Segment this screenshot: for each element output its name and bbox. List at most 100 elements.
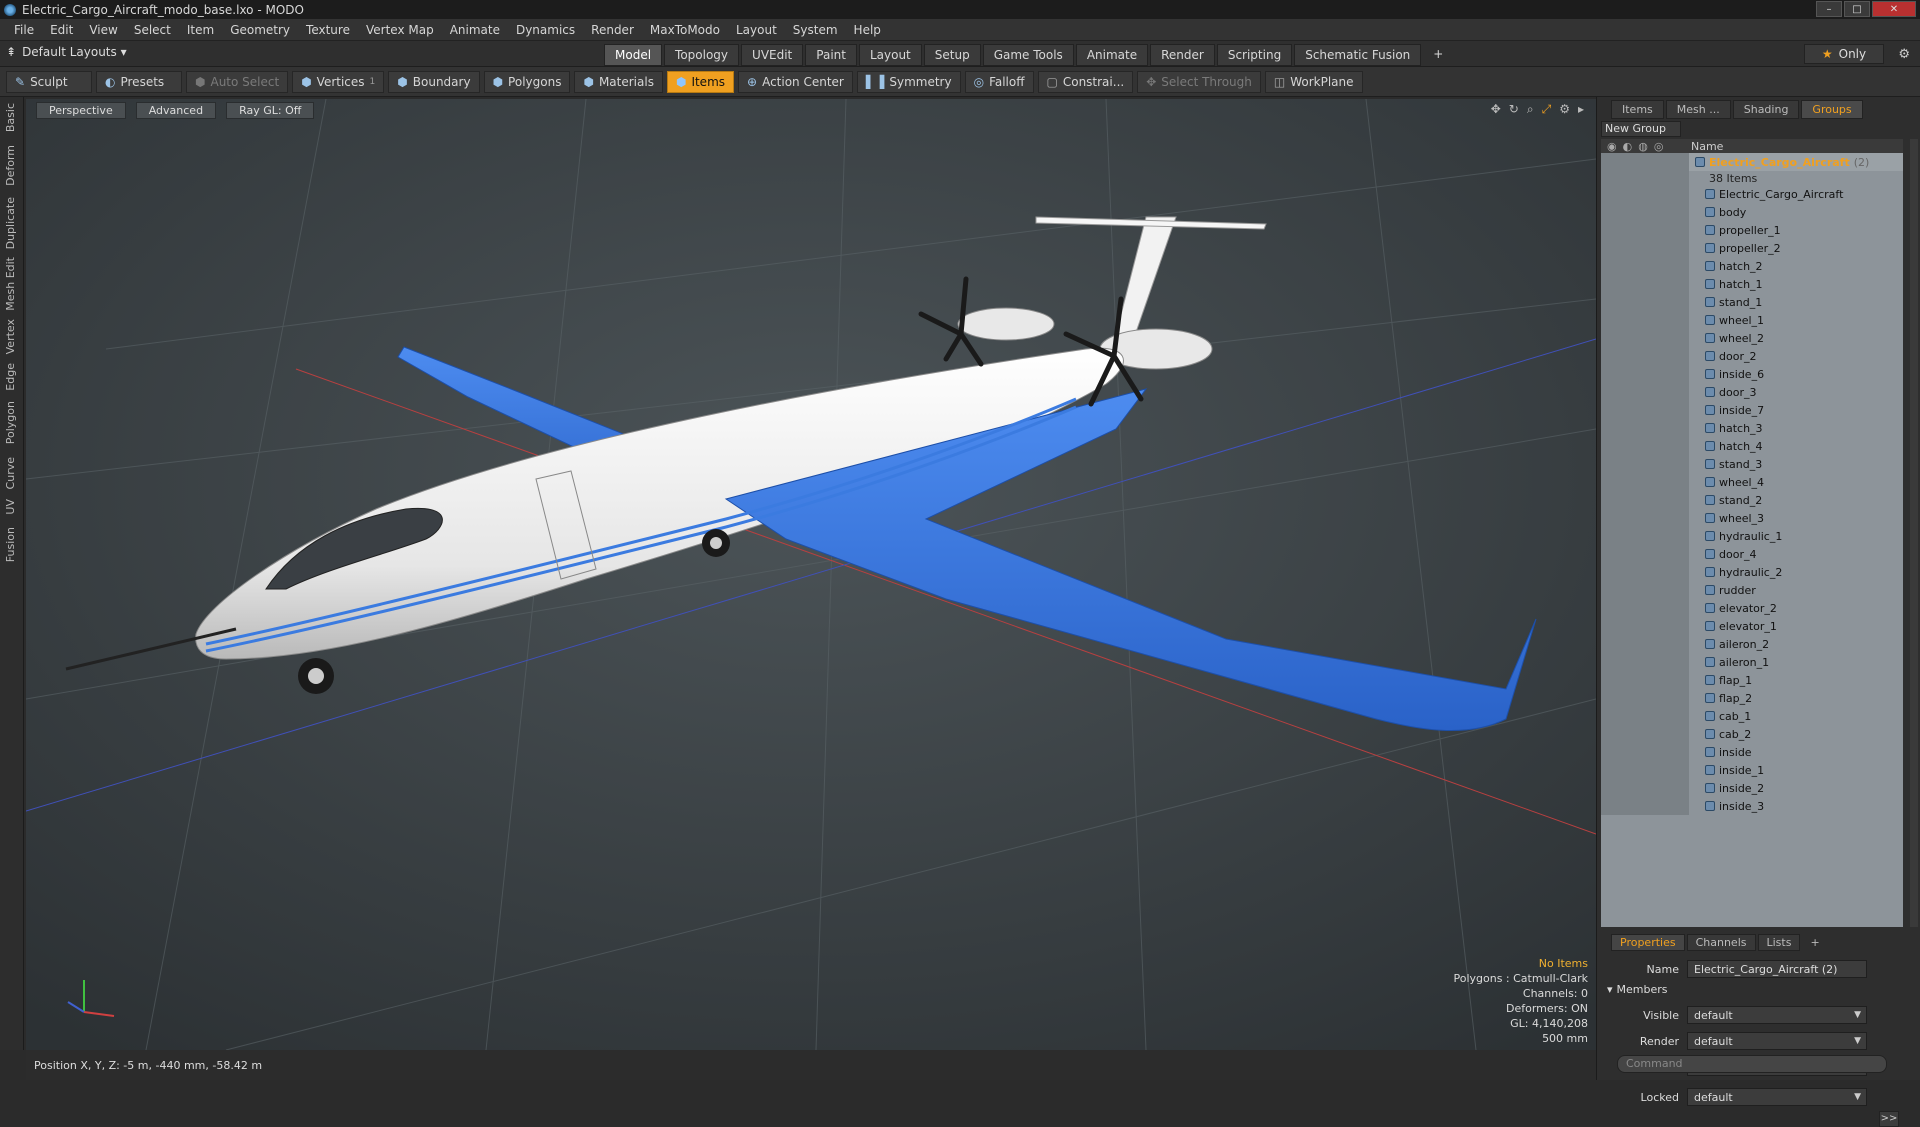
minimize-button[interactable]: – [1816,1,1842,17]
gear-icon[interactable]: ⚙ [1898,47,1910,62]
group-row[interactable]: Electric_Cargo_Aircraft (2) [1601,153,1903,171]
presets-button[interactable]: ◐ Presets [96,70,182,93]
close-button[interactable]: ✕ [1872,1,1916,17]
view-mode-button[interactable]: Perspective [36,102,126,119]
tree-item[interactable]: hatch_4 [1601,437,1903,455]
eye-icon[interactable]: ◉ [1607,140,1617,153]
menu-geometry[interactable]: Geometry [222,23,298,37]
tree-item[interactable]: wheel_3 [1601,509,1903,527]
tree-item[interactable]: hatch_1 [1601,275,1903,293]
falloff-button[interactable]: ◎ Falloff [964,70,1034,93]
tab-scripting[interactable]: Scripting [1216,44,1293,66]
constraints-button[interactable]: ▢ Constrai... [1037,70,1134,93]
tab-vertex[interactable]: Vertex [4,319,17,354]
tab-groups[interactable]: Groups [1801,99,1863,119]
tab-curve[interactable]: Curve [4,457,17,489]
menu-view[interactable]: View [81,23,125,37]
tree-item[interactable]: aileron_2 [1601,635,1903,653]
boundary-button[interactable]: ⬢ Boundary [388,70,480,93]
viewport-menu-icon[interactable]: ▸ [1578,102,1584,117]
lock-icon[interactable]: ◍ [1638,140,1648,153]
add-tab-button[interactable]: + [1423,44,1453,66]
visible-select[interactable]: default ▼ [1687,1006,1867,1024]
tree-item[interactable]: wheel_2 [1601,329,1903,347]
new-group-button[interactable]: New Group [1601,121,1681,137]
tree-item[interactable]: propeller_1 [1601,221,1903,239]
menu-dynamics[interactable]: Dynamics [508,23,583,37]
shading-mode-button[interactable]: Advanced [135,102,217,119]
tree-item[interactable]: elevator_1 [1601,617,1903,635]
tab-mesh-edit[interactable]: Mesh Edit [4,257,17,311]
action-center-button[interactable]: ⊕ Action Center [738,70,853,93]
tab-mesh[interactable]: Mesh ... [1665,99,1731,119]
menu-texture[interactable]: Texture [298,23,358,37]
menu-select[interactable]: Select [126,23,179,37]
tab-polygon[interactable]: Polygon [4,401,17,444]
menu-layout[interactable]: Layout [728,23,785,37]
select-icon[interactable]: ◎ [1654,140,1664,153]
tree-item[interactable]: inside_6 [1601,365,1903,383]
tree-scrollbar[interactable] [1910,139,1918,927]
select-through-button[interactable]: ✥ Select Through [1137,70,1261,93]
name-column-header[interactable]: Name [1691,140,1723,153]
tree-item[interactable]: inside_3 [1601,797,1903,815]
pan-icon[interactable]: ✥ [1491,102,1501,117]
sculpt-button[interactable]: ✎ Sculpt [6,70,92,93]
tree-item[interactable]: door_2 [1601,347,1903,365]
tree-item[interactable]: stand_3 [1601,455,1903,473]
more-button[interactable]: >> [1879,1111,1899,1127]
tree-item[interactable]: inside [1601,743,1903,761]
menu-system[interactable]: System [785,23,846,37]
tree-item[interactable]: wheel_4 [1601,473,1903,491]
tree-item[interactable]: hydraulic_1 [1601,527,1903,545]
tab-lists[interactable]: Lists [1757,933,1801,951]
tree-item[interactable]: flap_2 [1601,689,1903,707]
viewport-gear-icon[interactable]: ⚙ [1559,102,1570,117]
tab-channels[interactable]: Channels [1686,933,1756,951]
groups-tree[interactable]: ◉ ◐ ◍ ◎ Name Electric_Cargo_Aircraft (2)… [1601,139,1903,927]
tab-game-tools[interactable]: Game Tools [982,44,1074,66]
materials-button[interactable]: ⬢ Materials [574,70,663,93]
tree-item[interactable]: stand_1 [1601,293,1903,311]
polygons-button[interactable]: ⬢ Polygons [483,70,571,93]
raygl-button[interactable]: Ray GL: Off [226,102,315,119]
vertices-button[interactable]: ⬢ Vertices 1 [292,70,385,93]
tree-item[interactable]: inside_7 [1601,401,1903,419]
only-button[interactable]: ★ Only [1804,44,1884,64]
tree-item[interactable]: inside_1 [1601,761,1903,779]
maximize-button[interactable]: □ [1844,1,1870,17]
tab-model[interactable]: Model [604,44,663,66]
tree-item[interactable]: door_3 [1601,383,1903,401]
items-button[interactable]: ⬢ Items [666,70,735,93]
command-input[interactable]: Command [1617,1055,1887,1073]
tab-edge[interactable]: Edge [4,363,17,391]
tab-uv[interactable]: UV [4,499,17,515]
members-row[interactable]: ▾ Members [1597,979,1668,999]
menu-animate[interactable]: Animate [442,23,508,37]
tree-item[interactable]: stand_2 [1601,491,1903,509]
menu-vertex-map[interactable]: Vertex Map [358,23,442,37]
symmetry-button[interactable]: ▌▐ Symmetry [856,70,961,93]
tab-animate[interactable]: Animate [1075,44,1149,66]
default-layouts-dropdown[interactable]: ⇞ Default Layouts ▾ [6,45,127,59]
add-properties-tab[interactable]: + [1802,935,1827,950]
auto-select-button[interactable]: ⬢ Auto Select [186,70,289,93]
tab-fusion[interactable]: Fusion [4,527,17,562]
tree-item[interactable]: propeller_2 [1601,239,1903,257]
tab-properties[interactable]: Properties [1611,933,1685,951]
tab-deform[interactable]: Deform [4,145,17,186]
locked-select[interactable]: default ▼ [1687,1088,1867,1106]
menu-item[interactable]: Item [179,23,222,37]
tab-duplicate[interactable]: Duplicate [4,197,17,249]
render-select[interactable]: default ▼ [1687,1032,1867,1050]
tab-paint[interactable]: Paint [805,44,857,66]
render-icon[interactable]: ◐ [1623,140,1633,153]
rotate-icon[interactable]: ↻ [1509,102,1519,117]
menu-help[interactable]: Help [846,23,889,37]
tab-basic[interactable]: Basic [4,103,17,132]
3d-viewport[interactable]: Perspective Advanced Ray GL: Off ✥ ↻ ⌕ ⤢… [26,99,1596,1050]
tree-item[interactable]: elevator_2 [1601,599,1903,617]
tree-item[interactable]: hatch_2 [1601,257,1903,275]
tab-items[interactable]: Items [1611,99,1664,119]
menu-render[interactable]: Render [583,23,642,37]
